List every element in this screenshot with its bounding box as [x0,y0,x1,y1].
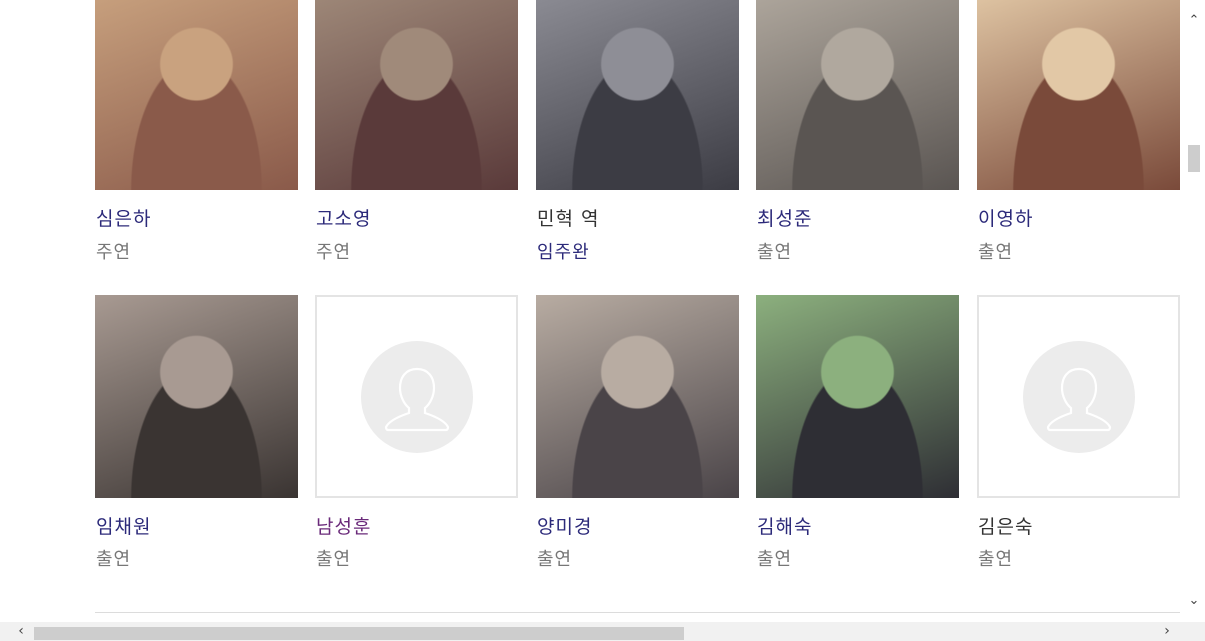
cast-photo[interactable] [536,295,739,498]
cast-name-link[interactable]: 고소영 [316,204,371,231]
person-silhouette-icon [361,341,473,453]
cast-role: 출연 [978,549,1014,570]
cast-photo[interactable] [756,295,959,498]
cast-photo[interactable] [95,295,298,498]
vertical-scrollbar[interactable]: ⌃ ⌄ [1183,0,1205,622]
vertical-scroll-thumb[interactable] [1188,145,1200,172]
cast-name-link[interactable]: 김해숙 [757,512,812,539]
cast-role: 출연 [537,549,573,570]
cast-role: 출연 [316,549,352,570]
cast-role: 출연 [96,549,132,570]
cast-name-link[interactable]: 양미경 [537,512,592,539]
character-name: 민혁 역 [537,208,600,230]
cast-role: 주연 [96,242,132,263]
cast-role: 출연 [757,549,793,570]
cast-name-link[interactable]: 최성준 [757,204,812,231]
chevron-up-icon[interactable]: ⌃ [1187,14,1201,28]
chevron-down-icon[interactable]: ⌄ [1187,594,1201,608]
cast-photo[interactable] [756,0,959,190]
person-silhouette-icon [1023,341,1135,453]
horizontal-scroll-thumb[interactable] [34,627,684,640]
chevron-right-icon[interactable]: › [1160,624,1174,638]
cast-photo-placeholder[interactable] [315,295,518,498]
cast-photo[interactable] [536,0,739,190]
cast-photo[interactable] [977,0,1180,190]
cast-name-link[interactable]: 심은하 [96,204,151,231]
cast-name-link[interactable]: 남성훈 [316,512,371,539]
cast-name-link[interactable]: 임채원 [96,512,151,539]
cast-photo-placeholder[interactable] [977,295,1180,498]
cast-role: 출연 [978,242,1014,263]
cast-photo[interactable] [315,0,518,190]
cast-name-link[interactable]: 이영하 [978,204,1033,231]
cast-role: 출연 [757,242,793,263]
chevron-left-icon[interactable]: ‹ [14,624,28,638]
actor-name-link[interactable]: 임주완 [537,238,590,264]
horizontal-scrollbar[interactable]: ‹ › [0,622,1183,641]
cast-role: 주연 [316,242,352,263]
cast-name: 김은숙 [978,516,1034,538]
section-divider [95,612,1180,613]
scrollbar-corner [1183,622,1205,641]
cast-photo[interactable] [95,0,298,190]
